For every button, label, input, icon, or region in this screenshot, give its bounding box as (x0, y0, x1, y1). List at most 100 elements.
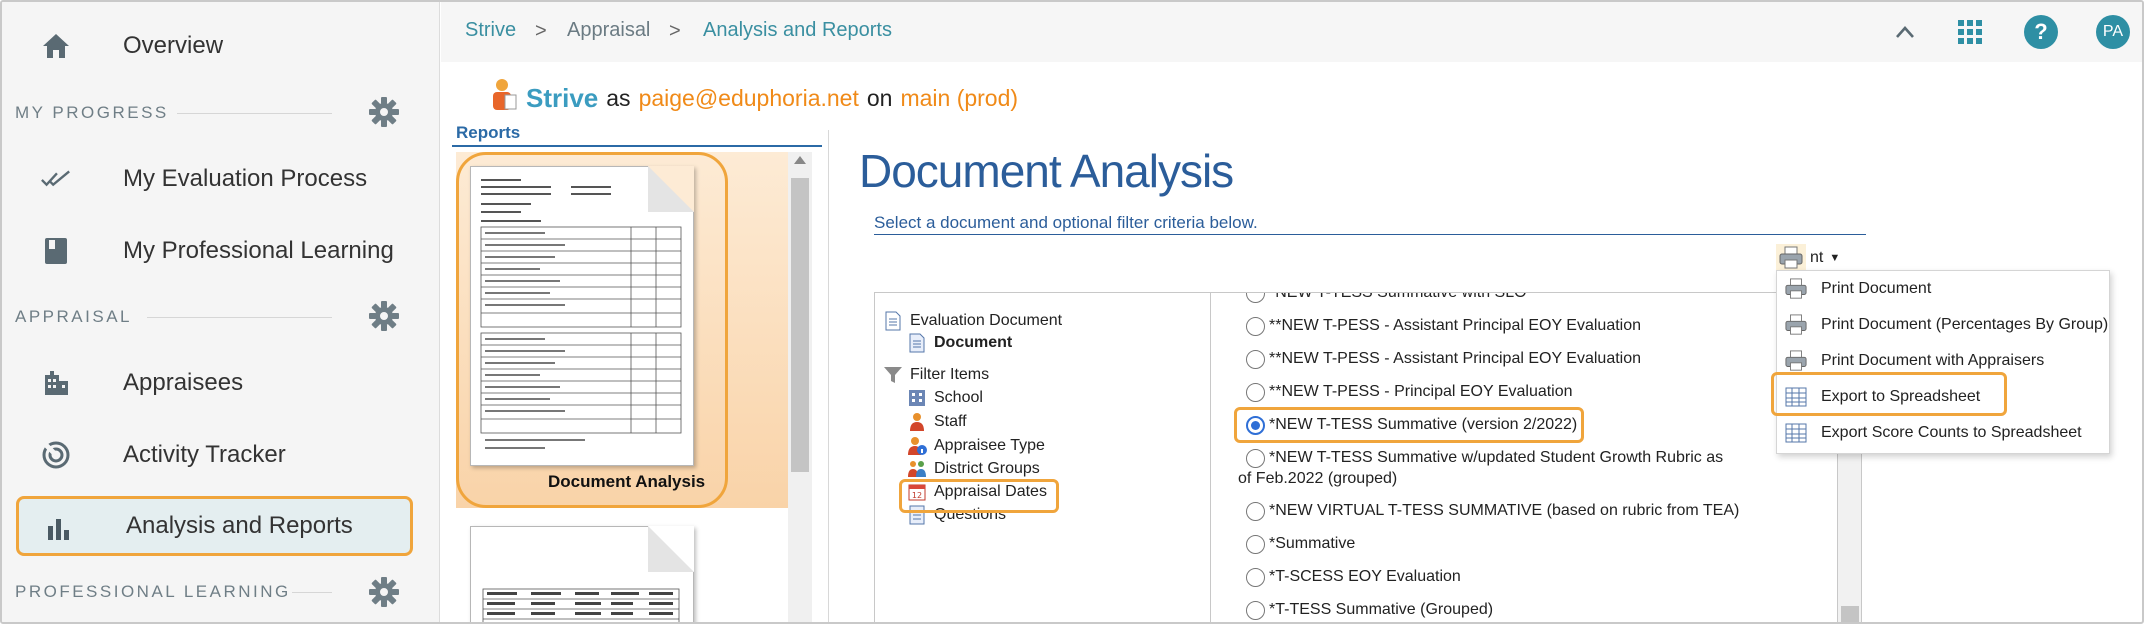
panel-divider (828, 130, 829, 622)
document-thumbnail (470, 526, 694, 622)
book-icon (40, 236, 72, 266)
document-option[interactable]: *T-TESS Summative (Grouped) (1246, 601, 1493, 620)
tree-item-staff[interactable]: Staff (907, 412, 967, 432)
tree-item-appraisee-type[interactable]: Appraisee Type (907, 436, 1045, 456)
document-icon (907, 333, 927, 353)
banner-on: on (866, 84, 893, 111)
funnel-icon (883, 365, 903, 385)
breadcrumb-separator: > (535, 20, 547, 42)
option-label: *Summative (1269, 535, 1356, 552)
tree-label: District Groups (934, 460, 1040, 477)
tree-item-evaluation-document[interactable]: Evaluation Document (883, 311, 1062, 331)
radio-button[interactable] (1246, 535, 1265, 554)
strive-banner: Strive as paige@eduphoria.net on main (p… (490, 77, 1026, 119)
reports-heading: Reports (456, 123, 521, 142)
menu-item-print-appraisers[interactable]: Print Document with Appraisers (1783, 347, 2044, 375)
reports-panel: Document Analysis (454, 150, 788, 622)
document-option[interactable]: **NEW T-PESS - Principal EOY Evaluation (1246, 383, 1573, 402)
app-window: Overview MY PROGRESS My Evaluation Proce… (0, 0, 2144, 624)
radio-button[interactable] (1246, 568, 1265, 587)
menu-item-label: Print Document with Appraisers (1821, 352, 2045, 369)
print-menu: Print Document Print Document (Percentag… (1771, 270, 2110, 454)
page-fold (648, 526, 694, 572)
menu-item-print-percentages[interactable]: Print Document (Percentages By Group) (1783, 311, 2108, 339)
breadcrumb-separator: > (669, 20, 681, 42)
apps-grid-icon[interactable] (1953, 15, 1987, 49)
section-label-professional-learning: PROFESSIONAL LEARNING (15, 582, 291, 601)
gear-icon[interactable] (368, 300, 400, 332)
building-icon (40, 368, 72, 398)
nav-item-analysis-reports[interactable]: Analysis and Reports (16, 496, 413, 556)
printer-icon (1783, 278, 1809, 300)
menu-item-export-score-counts[interactable]: Export Score Counts to Spreadsheet (1783, 419, 2082, 447)
menu-item-print-document[interactable]: Print Document (1783, 275, 1931, 303)
page-title: Document Analysis (859, 145, 1234, 197)
tree-label: Appraisee Type (934, 437, 1045, 454)
option-label: *NEW VIRTUAL T-TESS SUMMATIVE (based on … (1269, 502, 1740, 519)
tree-item-district-groups[interactable]: District Groups (907, 459, 1040, 479)
person-icon (907, 412, 927, 432)
tree-label: Staff (934, 413, 967, 430)
environment-name: main (prod) (900, 84, 1019, 111)
double-check-icon (40, 164, 72, 194)
radio-button[interactable] (1246, 383, 1265, 402)
breadcrumb-appraisal[interactable]: Appraisal (567, 19, 650, 42)
option-label: **NEW T-PESS - Assistant Principal EOY E… (1269, 317, 1642, 334)
brand-name: Strive (526, 82, 599, 113)
nav-item-appraisees[interactable]: Appraisees (16, 353, 413, 413)
reports-scroll-thumb[interactable] (791, 178, 809, 472)
document-option[interactable]: **NEW T-PESS - Assistant Principal EOY E… (1246, 317, 1641, 336)
document-list: *NEW T-TESS Summative with SLO **NEW T-P… (1210, 292, 1838, 622)
help-icon[interactable]: ? (2024, 15, 2058, 49)
appraisal-dates-highlight (899, 479, 1059, 513)
nav-label-overview: Overview (123, 32, 224, 59)
option-label: **NEW T-PESS - Principal EOY Evaluation (1269, 383, 1573, 400)
tree-label: Filter Items (910, 366, 990, 383)
document-option[interactable]: *NEW T-TESS Summative w/updated Student … (1246, 449, 1723, 468)
nav-label-professional-learning: My Professional Learning (123, 237, 394, 264)
avatar[interactable]: PA (2096, 15, 2130, 49)
tree-item-document[interactable]: Document (907, 333, 1012, 353)
radio-button[interactable] (1246, 293, 1265, 303)
spreadsheet-icon (1783, 422, 1809, 444)
printer-icon (1776, 244, 1806, 272)
gear-icon[interactable] (368, 576, 400, 608)
breadcrumb-analysis-reports[interactable]: Analysis and Reports (703, 19, 892, 42)
breadcrumb-strive[interactable]: Strive (465, 19, 516, 42)
option-label: *T-TESS Summative (Grouped) (1269, 601, 1494, 618)
radio-button[interactable] (1246, 350, 1265, 369)
document-option[interactable]: **NEW T-PESS - Assistant Principal EOY E… (1246, 350, 1641, 369)
nav-item-evaluation-process[interactable]: My Evaluation Process (16, 149, 413, 209)
document-option[interactable]: *T-SCESS EOY Evaluation (1246, 568, 1461, 587)
tree-item-school[interactable]: School (907, 388, 983, 408)
document-option[interactable]: *Summative (1246, 535, 1355, 554)
user-email: paige@eduphoria.net (638, 84, 859, 111)
person-icon (490, 77, 518, 119)
document-icon (883, 311, 903, 331)
nav-item-professional-learning[interactable]: My Professional Learning (16, 221, 413, 281)
nav-item-overview[interactable]: Overview (16, 16, 413, 76)
selected-document-highlight (1234, 407, 1584, 443)
nav-item-activity-tracker[interactable]: Activity Tracker (16, 425, 413, 485)
document-list-scroll-thumb[interactable] (1841, 606, 1859, 622)
print-button-label: nt (1810, 249, 1824, 266)
radio-button[interactable] (1246, 502, 1265, 521)
sidebar: Overview MY PROGRESS My Evaluation Proce… (2, 2, 440, 622)
gear-icon[interactable] (368, 96, 400, 128)
section-label-appraisal: APPRAISAL (15, 307, 132, 326)
document-option[interactable]: *NEW VIRTUAL T-TESS SUMMATIVE (based on … (1246, 502, 1739, 521)
chevron-up-icon[interactable] (1888, 15, 1922, 49)
scroll-up-arrow-icon[interactable] (794, 156, 806, 164)
radio-button[interactable] (1246, 601, 1265, 620)
radio-button[interactable] (1246, 317, 1265, 336)
nav-label-evaluation-process: My Evaluation Process (123, 165, 368, 192)
tree-item-filter-items[interactable]: Filter Items (883, 365, 989, 385)
printer-icon (1783, 350, 1809, 372)
person-info-icon (907, 436, 927, 456)
document-option[interactable]: *NEW T-TESS Summative with SLO (1246, 292, 1527, 303)
radio-button[interactable] (1246, 449, 1265, 468)
report-card-secondary[interactable] (456, 520, 788, 622)
option-label: *NEW T-TESS Summative with SLO (1269, 292, 1527, 301)
nav-label-analysis-reports: Analysis and Reports (126, 512, 353, 539)
printer-icon (1783, 314, 1809, 336)
